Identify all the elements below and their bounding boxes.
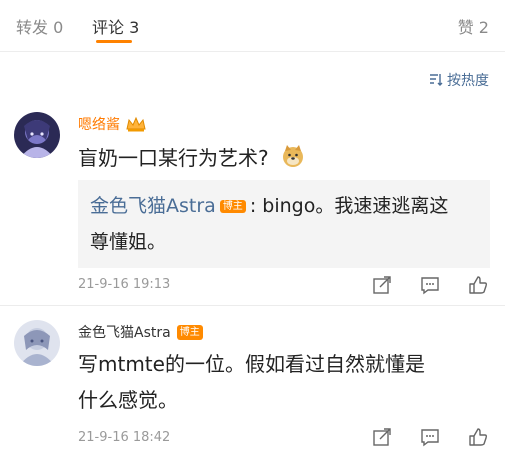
comment-icon[interactable] [419,426,441,448]
avatar[interactable] [14,112,60,158]
reply-line-2: 尊懂姐。 [90,231,167,253]
tab-reposts[interactable]: 转发 0 [16,14,63,38]
comment-text-line-1: 写mtmte的一位。假如看过自然就懂是 [78,352,425,376]
comment-timestamp: 21-9-16 19:13 [78,277,171,292]
reply-box[interactable]: 金色飞猫Astra 博主: bingo。我速速逃离这 尊懂姐。 [78,180,490,268]
repost-icon[interactable] [371,274,393,296]
comment-icon[interactable] [419,274,441,296]
tab-comments[interactable]: 评论 3 [92,14,139,38]
comment-text: 写mtmte的一位。假如看过自然就懂是 什么感觉。 [78,346,488,418]
name-row: 嗯络酱 [78,114,146,134]
author-badge: 博主 [219,200,246,213]
tab-likes[interactable]: 赞 2 [458,14,489,38]
comment-text: 盲奶一口某行为艺术? [78,140,488,176]
tab-bar: 转发 0 评论 3 赞 2 [0,0,505,52]
author-badge: 博主 [176,324,203,340]
avatar[interactable] [14,320,60,366]
comment-text-line-2: 什么感觉。 [78,388,178,412]
sort-label: 按热度 [447,73,489,89]
reply-text: : bingo。我速速逃离这 [249,195,449,217]
crown-icon [126,116,146,132]
active-tab-indicator [96,40,132,43]
reply-line-1: 金色飞猫Astra 博主: bingo。我速速逃离这 [90,188,478,224]
sort-icon [430,74,443,86]
comment-divider [0,305,505,306]
reply-username[interactable]: 金色飞猫Astra [90,195,216,217]
doge-emoji-icon [282,145,303,167]
comment-username[interactable]: 嗯络酱 [78,114,120,134]
comment-username[interactable]: 金色飞猫Astra [78,322,171,342]
name-row: 金色飞猫Astra 博主 [78,322,203,342]
repost-icon[interactable] [371,426,393,448]
like-icon[interactable] [467,426,489,448]
comment-timestamp: 21-9-16 18:42 [78,430,171,445]
comment-actions [371,426,489,448]
sort-by-hot-button[interactable]: 按热度 [429,70,489,90]
comment-actions [371,274,489,296]
like-icon[interactable] [467,274,489,296]
